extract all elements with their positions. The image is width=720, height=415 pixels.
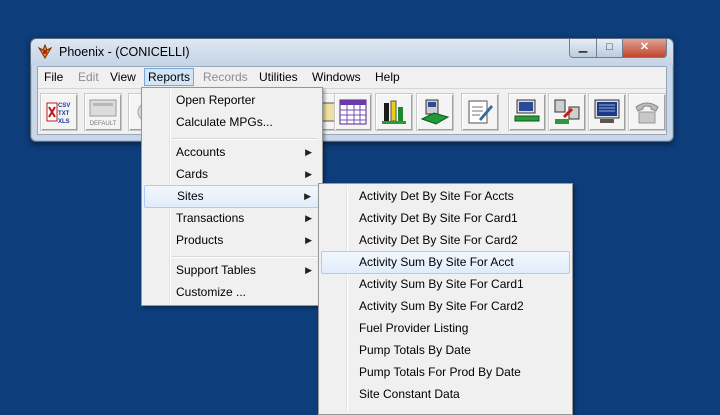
submenu-item-pump-totals-date[interactable]: Pump Totals By Date <box>321 340 570 361</box>
submenu-item-activity-sum-acct[interactable]: Activity Sum By Site For Acct <box>321 251 570 274</box>
submenu-arrow-icon: ▶ <box>305 235 312 245</box>
menu-item-transactions[interactable]: Transactions ▶ <box>144 208 320 229</box>
menu-utilities[interactable]: Utilities <box>256 69 301 85</box>
monitor-list-icon[interactable] <box>588 93 626 131</box>
spreadsheet-icon[interactable] <box>334 93 372 131</box>
submenu-item-activity-sum-card2[interactable]: Activity Sum By Site For Card2 <box>321 296 570 317</box>
menu-item-products[interactable]: Products ▶ <box>144 230 320 251</box>
fuel-pump-chart-icon[interactable] <box>375 93 413 131</box>
title-bar[interactable]: Phoenix - (CONICELLI) ▁ □ ✕ <box>31 39 673 65</box>
menu-item-accounts[interactable]: Accounts ▶ <box>144 142 320 163</box>
txt-label: TXT <box>58 111 70 117</box>
menu-windows[interactable]: Windows <box>309 69 364 85</box>
menu-item-open-reporter[interactable]: Open Reporter <box>144 90 320 111</box>
menu-reports[interactable]: Reports <box>144 68 195 86</box>
submenu-item-activity-det-card1[interactable]: Activity Det By Site For Card1 <box>321 208 570 229</box>
default-label: DEFAULT <box>89 121 117 127</box>
window-title: Phoenix - (CONICELLI) <box>59 45 190 59</box>
submenu-arrow-icon: ▶ <box>305 213 312 223</box>
submenu-item-site-constant-data[interactable]: Site Constant Data <box>321 384 570 405</box>
submenu-item-activity-det-card2[interactable]: Activity Det By Site For Card2 <box>321 230 570 251</box>
submenu-item-fuel-provider-listing[interactable]: Fuel Provider Listing <box>321 318 570 339</box>
menu-file[interactable]: File <box>41 69 66 85</box>
submenu-arrow-icon: ▶ <box>305 169 312 179</box>
submenu-arrow-icon: ▶ <box>304 191 311 201</box>
menu-item-cards[interactable]: Cards ▶ <box>144 164 320 185</box>
menu-records[interactable]: Records <box>200 69 251 85</box>
menu-bar: File Edit View Reports Records Utilities… <box>38 67 666 87</box>
menu-item-support-tables[interactable]: Support Tables ▶ <box>144 260 320 281</box>
menu-view[interactable]: View <box>107 69 139 85</box>
app-window: Phoenix - (CONICELLI) ▁ □ ✕ File Edit Vi… <box>30 38 674 142</box>
transfer-icon[interactable] <box>548 93 586 131</box>
edit-document-icon[interactable] <box>461 93 499 131</box>
menu-item-customize[interactable]: Customize ... <box>144 282 320 303</box>
menu-item-sites[interactable]: Sites ▶ <box>144 185 320 208</box>
submenu-arrow-icon: ▶ <box>305 265 312 275</box>
cash-register-icon[interactable] <box>416 93 454 131</box>
csv-label: CSV <box>58 103 70 109</box>
default-button[interactable]: DEFAULT <box>84 93 122 131</box>
menu-item-calculate-mpgs[interactable]: Calculate MPGs... <box>144 112 320 133</box>
toolbar: CSV TXT XLS DEFAULT <box>38 88 666 135</box>
export-csv-button[interactable]: CSV TXT XLS <box>40 93 78 131</box>
close-button[interactable]: ✕ <box>623 39 667 58</box>
computer-terminal-icon[interactable] <box>508 93 546 131</box>
sites-submenu: Activity Det By Site For Accts Activity … <box>318 183 573 415</box>
submenu-item-pump-totals-prod[interactable]: Pump Totals For Prod By Date <box>321 362 570 383</box>
submenu-item-activity-det-accts[interactable]: Activity Det By Site For Accts <box>321 186 570 207</box>
menu-help[interactable]: Help <box>372 69 403 85</box>
xls-label: XLS <box>58 119 70 125</box>
submenu-item-activity-sum-card1[interactable]: Activity Sum By Site For Card1 <box>321 274 570 295</box>
menu-edit[interactable]: Edit <box>75 69 102 85</box>
maximize-button[interactable]: □ <box>597 39 623 58</box>
minimize-button[interactable]: ▁ <box>569 39 597 58</box>
phoenix-app-icon <box>37 44 53 59</box>
reports-dropdown-menu: Open Reporter Calculate MPGs... Accounts… <box>141 87 323 306</box>
submenu-arrow-icon: ▶ <box>305 147 312 157</box>
telephone-icon[interactable] <box>628 93 666 131</box>
